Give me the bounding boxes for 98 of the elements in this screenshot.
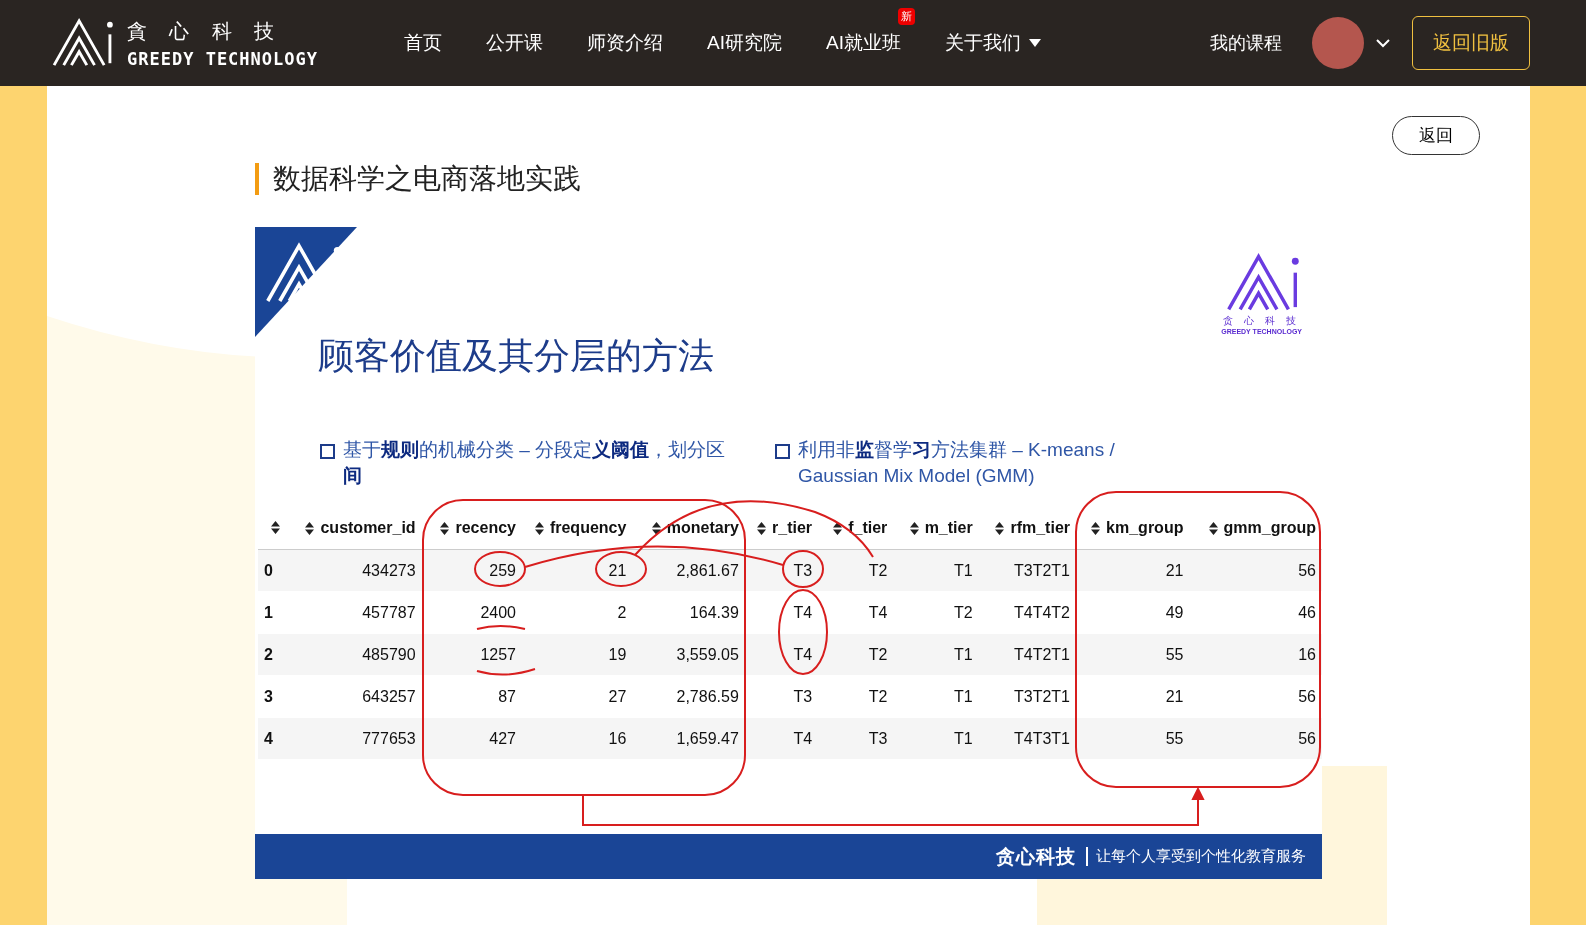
table-cell: 56 xyxy=(1298,687,1316,705)
sort-icon[interactable] xyxy=(534,521,544,535)
back-button[interactable]: 返回 xyxy=(1392,116,1480,155)
column-header: frequency xyxy=(549,519,627,538)
table-cell: 27 xyxy=(608,687,627,705)
table-cell: 46 xyxy=(1298,603,1316,621)
table-cell: T1 xyxy=(954,687,973,705)
table-cell: 21 xyxy=(1165,687,1184,705)
bullet-text: 利用非监督学习方法集群 – K-means / Gaussian Mix Model (GMM) xyxy=(798,438,1116,488)
table-cell: 1,659.47 xyxy=(676,729,739,747)
table-cell: 643257 xyxy=(362,687,416,705)
footer-brand: 贪心科技 xyxy=(996,844,1076,869)
slide-logo-text: 贪 心 科 技 xyxy=(1223,314,1300,328)
table-cell: T1 xyxy=(954,729,973,747)
row-index: 0 xyxy=(264,561,273,579)
table-cell: T2 xyxy=(868,687,888,705)
nav-link[interactable]: 首页 xyxy=(404,30,442,56)
column-header: km_group xyxy=(1106,519,1184,538)
row-index: 4 xyxy=(264,729,273,747)
table-cell: 2,861.67 xyxy=(676,561,739,579)
footer-slogan: 让每个人享受到个性化教育服务 xyxy=(1086,847,1306,866)
table-cell: 3,559.05 xyxy=(676,645,739,663)
new-badge: 新 xyxy=(897,8,915,25)
table-cell: 434273 xyxy=(362,561,416,579)
table-cell: T2 xyxy=(868,645,888,663)
table-cell: 55 xyxy=(1165,729,1184,747)
slide-title: 顾客价值及其分层的方法 xyxy=(318,334,715,378)
column-header: customer_id xyxy=(320,519,416,538)
table-cell: 21 xyxy=(608,561,627,579)
row-index: 2 xyxy=(264,645,273,663)
table-cell: 49 xyxy=(1165,603,1184,621)
table-cell: 56 xyxy=(1298,561,1316,579)
sort-icon[interactable] xyxy=(271,521,281,534)
column-header: rfm_tier xyxy=(1010,519,1070,538)
table-cell: 55 xyxy=(1165,645,1184,663)
logo-wordmark: GREEDY TECHNOLOGY xyxy=(127,48,318,69)
table-cell: T3 xyxy=(793,561,813,579)
my-courses-link[interactable]: 我的课程 xyxy=(1210,31,1282,55)
nav-link[interactable]: 公开课 xyxy=(486,30,543,56)
sort-icon[interactable] xyxy=(440,521,450,535)
nav-link[interactable]: AI研究院 xyxy=(707,30,782,56)
page-title: 数据科学之电商落地实践 xyxy=(255,163,1480,195)
table-cell: 1257 xyxy=(480,645,516,663)
column-header: recency xyxy=(455,519,516,538)
chevron-icon[interactable] xyxy=(1376,38,1390,48)
table-cell: 56 xyxy=(1298,729,1316,747)
table-cell: 485790 xyxy=(362,645,416,663)
sort-icon[interactable] xyxy=(757,521,767,535)
table-cell: T2 xyxy=(868,561,888,579)
table-cell: 457787 xyxy=(362,603,416,621)
sort-icon[interactable] xyxy=(305,521,315,535)
table-cell: 777653 xyxy=(362,729,416,747)
table-cell: 19 xyxy=(608,645,627,663)
table-cell: T4 xyxy=(793,603,813,621)
avatar[interactable] xyxy=(1312,17,1364,69)
sort-icon[interactable] xyxy=(909,521,919,535)
table-cell: 2 xyxy=(617,603,627,621)
table-cell: T1 xyxy=(954,561,973,579)
table-cell: 16 xyxy=(1298,645,1316,663)
table-cell: 164.39 xyxy=(689,603,739,621)
table-cell: 2400 xyxy=(480,603,516,621)
nav-link[interactable]: 师资介绍 xyxy=(587,30,663,56)
table-cell: T4T2T1 xyxy=(1014,645,1070,663)
column-header: gmm_group xyxy=(1223,519,1316,538)
table-cell: T3 xyxy=(868,729,888,747)
table-cell: 427 xyxy=(489,729,516,747)
table-cell: 2,786.59 xyxy=(676,687,739,705)
bullet-text: 基于规则的机械分类 – 分段定义阈值，划分区间 xyxy=(343,438,727,488)
table-cell: T3 xyxy=(793,687,813,705)
table-cell: T4 xyxy=(793,729,813,747)
table-cell: T4 xyxy=(793,645,813,663)
table-cell: T4T3T1 xyxy=(1014,729,1070,747)
table-cell: 21 xyxy=(1165,561,1184,579)
old-version-button[interactable]: 返回旧版 xyxy=(1412,16,1530,70)
table-cell: T2 xyxy=(954,603,973,621)
logo-text: 貪 心 科 技 xyxy=(127,17,284,45)
table-cell: 259 xyxy=(489,561,516,579)
nav-link[interactable]: 关于我们 xyxy=(944,30,1041,56)
sort-icon[interactable] xyxy=(651,521,661,535)
table-cell: 16 xyxy=(608,729,627,747)
table-cell: T4 xyxy=(868,603,888,621)
column-header: m_tier xyxy=(924,519,973,538)
sort-icon[interactable] xyxy=(1091,521,1101,535)
sort-icon[interactable] xyxy=(1208,521,1218,535)
column-header: r_tier xyxy=(772,519,813,538)
row-index: 1 xyxy=(264,603,273,621)
table-cell: T3T2T1 xyxy=(1014,687,1070,705)
row-index: 3 xyxy=(264,687,273,705)
column-header: f_tier xyxy=(848,519,888,538)
sort-icon[interactable] xyxy=(995,521,1005,535)
sort-icon[interactable] xyxy=(833,521,843,535)
bullet-icon xyxy=(320,444,335,459)
column-header: monetary xyxy=(666,519,739,538)
table-cell: 87 xyxy=(498,687,516,705)
table-cell: T3T2T1 xyxy=(1014,561,1070,579)
table-cell: T1 xyxy=(954,645,973,663)
table-cell: T4T4T2 xyxy=(1014,603,1070,621)
bullet-icon xyxy=(775,444,790,459)
